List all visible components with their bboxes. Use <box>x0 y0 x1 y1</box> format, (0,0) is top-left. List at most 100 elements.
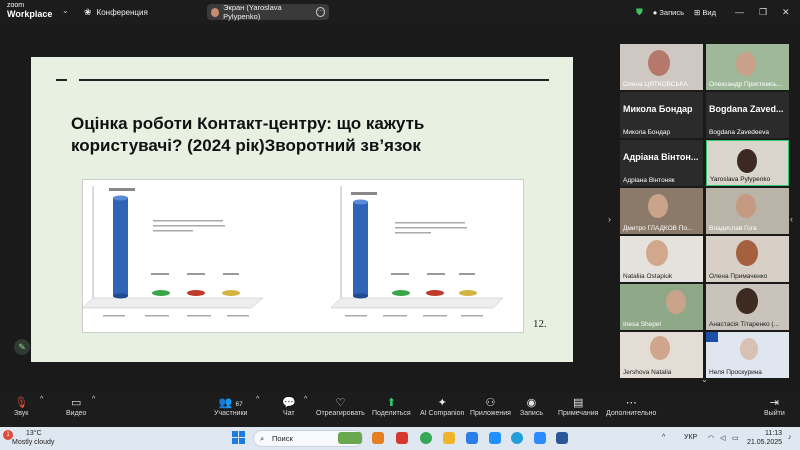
participant-tile[interactable]: Владислав Гога <box>706 188 789 234</box>
microphone-muted-icon: 🎙 <box>14 397 29 409</box>
chat-options-caret[interactable]: ^ <box>304 396 307 403</box>
react-button[interactable]: ♡ Отреагировать <box>316 396 365 417</box>
skype-icon[interactable] <box>489 432 501 444</box>
participant-name: Владислав Гога <box>709 225 757 232</box>
participant-video <box>736 52 756 76</box>
participant-tile[interactable]: Олександр Пристемсь... <box>706 44 789 90</box>
record-icon: ◉ <box>526 397 537 409</box>
chevron-down-icon[interactable]: ⌄ <box>701 375 708 384</box>
participant-tile[interactable]: Адріана Вінтон... Адріана Вінтоняк <box>620 140 703 186</box>
share-button[interactable]: ⬆ Поделиться <box>372 396 411 417</box>
windows-start-icon[interactable] <box>232 431 246 445</box>
record-indicator[interactable]: ● Запись <box>653 8 684 17</box>
app-icon[interactable] <box>466 432 478 444</box>
annotate-pen-icon[interactable]: ✎ <box>14 339 30 355</box>
flag-icon <box>706 332 718 342</box>
view-button[interactable]: ⊞ Вид <box>694 8 716 17</box>
minimize-icon[interactable]: — <box>735 7 744 17</box>
paw-icon: ❀ <box>84 7 92 17</box>
audio-options-caret[interactable]: ^ <box>40 396 43 403</box>
participant-tile[interactable]: Bogdana Zaved... Bogdana Zavedeeva <box>706 92 789 138</box>
video-label: Видео <box>66 410 87 417</box>
slide-decoration-line <box>79 79 549 81</box>
participant-tile[interactable]: Неля Проскурина <box>706 332 789 378</box>
screen-share-pill[interactable]: Экран (Yaroslava Pylypenko) ··· <box>207 3 329 21</box>
participant-name: Олена ЦЯТКОВСЬКА <box>623 81 688 88</box>
language-indicator[interactable]: УКР <box>684 434 697 441</box>
participant-tile[interactable]: Дмитро ГЛАДКОВ По... <box>620 188 703 234</box>
participants-options-caret[interactable]: ^ <box>256 396 259 403</box>
participant-name: Дмитро ГЛАДКОВ По... <box>623 225 693 232</box>
maximize-icon[interactable]: ❐ <box>759 7 767 18</box>
windows-taskbar: 1 13°C Mostly cloudy ⌕ Поиск ^ УКР ◠ ◁ ▭… <box>0 427 800 450</box>
file-explorer-icon[interactable] <box>443 432 455 444</box>
chat-icon: 💬 <box>282 397 296 409</box>
more-icon[interactable]: ··· <box>315 7 325 17</box>
shield-icon[interactable]: ⛊ <box>636 7 643 18</box>
apps-button[interactable]: ⚇ Приложения <box>470 396 511 417</box>
participant-name: Jershova Natalia <box>623 369 672 376</box>
participants-button[interactable]: 👥 67 Участники <box>214 396 247 417</box>
slide-chart-image <box>82 179 524 333</box>
participant-name: Неля Проскурина <box>709 369 762 376</box>
weather-condition: Mostly cloudy <box>12 439 55 446</box>
leave-button[interactable]: ⇥ Выйти <box>764 396 785 417</box>
temperature: 13°C <box>26 430 42 437</box>
ai-label: AI Companion <box>420 410 465 417</box>
title-bar: zoom Workplace ⌄ ❀ Конференция Экран (Ya… <box>0 0 800 24</box>
slide-title: Оцінка роботи Контакт-центру: що кажуть … <box>71 114 425 155</box>
participants-label: Участники <box>214 410 248 417</box>
participant-tile[interactable]: Nataliia Ostapiuk <box>620 236 703 282</box>
meeting-info[interactable]: ❀ Конференция <box>84 7 148 18</box>
telegram-icon[interactable] <box>511 432 523 444</box>
participant-tile[interactable]: Микола Бондар Микола Бондар <box>620 92 703 138</box>
apps-icon: ⚇ <box>485 397 496 409</box>
participant-name: Олена Примаченко <box>709 273 768 280</box>
close-icon[interactable]: ✕ <box>782 7 790 18</box>
video-button[interactable]: ▭ Видео <box>66 396 86 417</box>
ai-companion-button[interactable]: ✦ AI Companion <box>420 396 464 417</box>
gallery-arrow-left-icon[interactable]: › <box>608 214 611 224</box>
app-icon[interactable] <box>372 432 384 444</box>
sparkle-icon: ✦ <box>437 397 447 409</box>
zoom-window: zoom Workplace ⌄ ❀ Конференция Экран (Ya… <box>0 0 800 450</box>
view-label: Вид <box>702 8 716 17</box>
participant-tile[interactable]: Олена ЦЯТКОВСЬКА <box>620 44 703 90</box>
audio-button[interactable]: 🎙 Звук <box>14 396 28 417</box>
tray-chevron-icon[interactable]: ^ <box>662 434 665 441</box>
participant-tile[interactable]: Jershova Natalia <box>620 332 703 378</box>
volume-icon[interactable]: ◁ <box>720 434 725 442</box>
notes-label: Примечания <box>558 410 599 417</box>
leave-icon: ⇥ <box>769 397 779 409</box>
more-icon: ⋯ <box>625 397 637 409</box>
battery-icon[interactable]: ▭ <box>732 434 739 442</box>
record-label: Запись <box>659 8 684 17</box>
participant-tile[interactable]: Олена Примаченко <box>706 236 789 282</box>
chart-picture <box>82 186 504 317</box>
chrome-icon[interactable] <box>420 432 432 444</box>
notes-button[interactable]: ▤ Примечания <box>558 396 598 417</box>
app-icon[interactable] <box>396 432 408 444</box>
zoom-icon[interactable] <box>534 432 546 444</box>
chat-button[interactable]: 💬 Чат <box>282 396 296 417</box>
more-button[interactable]: ⋯ Дополнительно <box>606 396 656 417</box>
weather-widget[interactable]: 13°C Mostly cloudy <box>12 429 54 447</box>
record-button[interactable]: ◉ Запись <box>520 396 543 417</box>
participant-tile[interactable]: Анастасія Тітаренко (... <box>706 284 789 330</box>
wifi-icon[interactable]: ◠ <box>708 434 714 442</box>
slide-decoration <box>56 79 67 81</box>
participant-video <box>648 194 668 218</box>
participant-name-placeholder: Bogdana Zaved... <box>709 104 784 114</box>
presentation-slide: Оцінка роботи Контакт-центру: що кажуть … <box>31 57 573 362</box>
chevron-down-icon[interactable]: ⌄ <box>62 6 69 15</box>
news-widget-icon[interactable] <box>338 432 362 444</box>
participant-video <box>736 194 756 218</box>
notifications-bell-icon[interactable]: ♪ <box>788 434 792 441</box>
video-options-caret[interactable]: ^ <box>92 396 95 403</box>
gallery-arrow-right-icon[interactable]: ‹ <box>790 214 793 224</box>
word-icon[interactable] <box>556 432 568 444</box>
participant-tile-active-speaker[interactable]: Yaroslava Pylypenko <box>706 140 789 186</box>
participant-tile[interactable]: Inesa Shepel <box>620 284 703 330</box>
clock[interactable]: 11:13 21.05.2025 <box>747 429 782 447</box>
share-label: Поделиться <box>372 410 411 417</box>
